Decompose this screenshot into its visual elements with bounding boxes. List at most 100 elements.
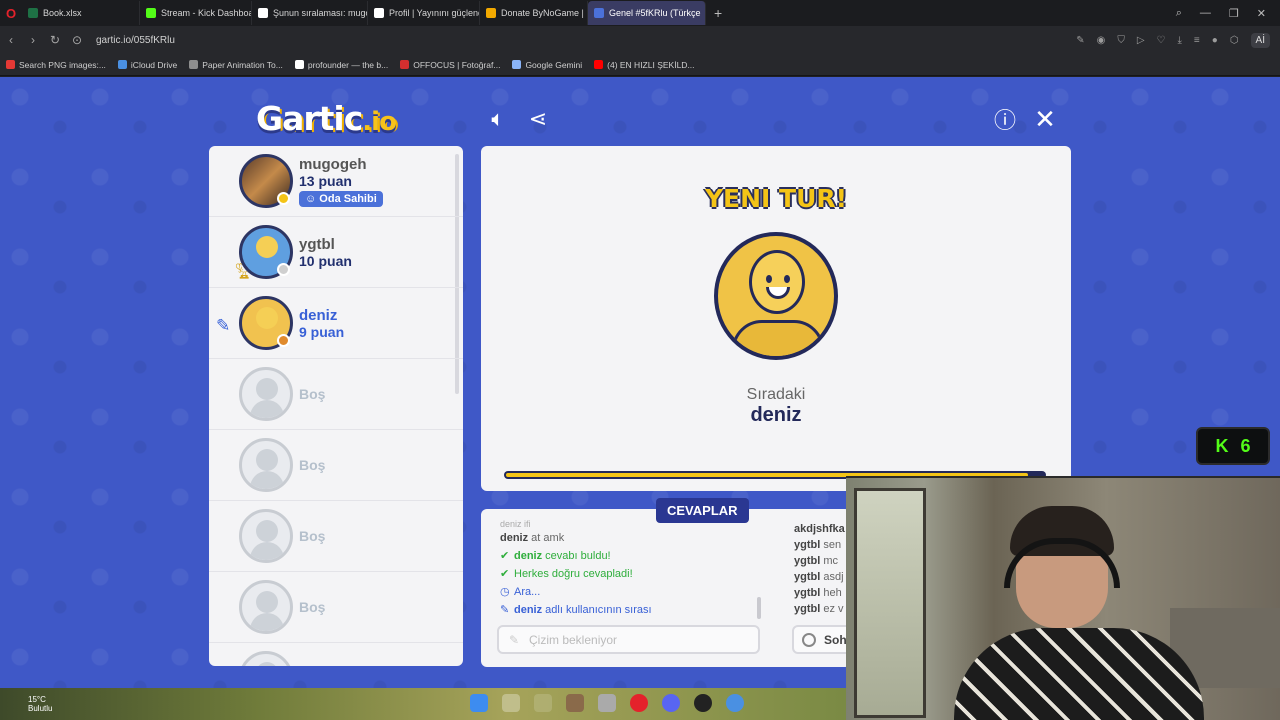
chat-user: ygtbl: [794, 555, 821, 567]
back-icon[interactable]: ‹: [0, 33, 22, 47]
bookmark-item[interactable]: Search PNG images:...: [6, 60, 106, 70]
app-icon[interactable]: [566, 694, 584, 712]
viewer-count: 6: [1240, 435, 1251, 456]
chat-text: ez v: [820, 603, 844, 615]
tab-title: Donate ByNoGame | Don: [501, 8, 587, 18]
empty-slot-label: Boş: [299, 528, 326, 544]
bookmarks-bar: Search PNG images:... iCloud Drive Paper A…: [0, 54, 1280, 76]
empty-avatar-body: [250, 613, 284, 631]
obs-icon[interactable]: [694, 694, 712, 712]
sound-icon[interactable]: 🔈︎: [484, 105, 512, 133]
taskview-icon[interactable]: [534, 694, 552, 712]
chat-input[interactable]: Soh: [792, 625, 852, 654]
bookmark-label: profounder — the b...: [307, 59, 389, 70]
badge-label: Oda Sahibi: [319, 192, 377, 205]
search-icon[interactable]: [502, 694, 520, 712]
chat-line: ygtbl asdj: [794, 569, 854, 585]
weather-temp: 15°C: [28, 695, 46, 704]
player-row[interactable]: mugogeh 13 puan ☺ Oda Sahibi: [209, 146, 463, 217]
screen: O Book.xlsx Stream - Kick Dashboard Şunun …: [0, 0, 1280, 720]
bookmark-favicon-icon: [294, 60, 304, 69]
search-tabs-icon[interactable]: ⌕: [1176, 7, 1182, 20]
settings-icon[interactable]: [726, 694, 744, 712]
close-icon[interactable]: ✕: [1031, 104, 1059, 134]
address-bar-tools: ✎ ◉ ⛉ ▷ ♡ ⤓ ≡ ● ⬡ Aİ: [1076, 26, 1270, 54]
webcam-shirt: [954, 628, 1204, 720]
minimize-icon[interactable]: —: [1200, 7, 1211, 19]
empty-slot: Boş: [209, 572, 463, 643]
browser-tab[interactable]: Donate ByNoGame | Don: [480, 1, 588, 25]
new-tab-icon[interactable]: +: [714, 5, 722, 21]
answer-line: deniz at amk: [500, 529, 760, 547]
answer-line: ✎ deniz adlı kullanıcının sırası: [500, 601, 760, 619]
explorer-icon[interactable]: [598, 694, 616, 712]
browser-tab[interactable]: Profil | Yayınını güçlendirm: [368, 1, 480, 25]
empty-slot: Boş: [209, 359, 463, 430]
answer-line: ◷ Ara...: [500, 583, 760, 601]
next-player-name: deniz: [750, 404, 802, 426]
browser-tab[interactable]: Book.xlsx: [22, 1, 140, 25]
player-row[interactable]: 🏆︎ ygtbl 10 puan: [209, 217, 463, 288]
answer-text: Herkes doğru cevapladi!: [514, 568, 633, 580]
opera-icon[interactable]: [630, 694, 648, 712]
bookmark-item[interactable]: Paper Animation To...: [189, 60, 283, 70]
edit-icon[interactable]: ✎: [1076, 35, 1084, 46]
opera-menu-icon[interactable]: O: [0, 0, 22, 26]
answer-line-icon: ◷: [500, 586, 510, 598]
url-field[interactable]: gartic.io/055fKRlu: [96, 35, 175, 46]
share-icon[interactable]: ⋖: [524, 105, 552, 133]
discord-icon[interactable]: [662, 694, 680, 712]
drawing-canvas[interactable]: YENI TUR! Sıradaki deniz: [481, 146, 1071, 491]
browser-tab[interactable]: Genel #5fKRlu (Türkçe: [588, 1, 706, 25]
menu-icon[interactable]: ≡: [1194, 35, 1200, 46]
status-dot: [277, 263, 290, 276]
bookmark-item[interactable]: OFFOCUS | Fotoğraf...: [400, 60, 500, 70]
chat-user: ygtbl: [794, 603, 821, 615]
start-icon[interactable]: [470, 694, 488, 712]
extension-icon[interactable]: ⬡: [1230, 35, 1239, 46]
empty-avatar-body: [250, 542, 284, 560]
maximize-icon[interactable]: ❐: [1229, 7, 1239, 20]
download-icon[interactable]: ⤓: [1178, 35, 1182, 46]
play-icon[interactable]: ▷: [1137, 35, 1145, 46]
bookmark-item[interactable]: iCloud Drive: [117, 59, 178, 70]
info-icon[interactable]: ⓘ: [991, 105, 1019, 133]
bookmark-favicon-icon: [6, 60, 15, 69]
player-score: 9 puan: [299, 323, 345, 340]
player-row[interactable]: ✎ deniz 9 puan: [209, 288, 463, 359]
tab-favicon-icon: [486, 8, 496, 18]
answer-line-icon: ✔: [500, 568, 510, 580]
answer-input-placeholder: Çizim bekleniyor: [529, 632, 618, 647]
bookmark-favicon-icon: [117, 60, 127, 69]
chat-user: akdjshfka: [794, 523, 845, 535]
room-owner-badge: ☺ Oda Sahibi: [299, 190, 383, 207]
bookmark-label: iCloud Drive: [130, 59, 178, 70]
answers-scrollbar[interactable]: [757, 597, 761, 619]
bookmark-item[interactable]: (4) EN HIZLI ŞEKİLD...: [594, 60, 695, 70]
heart-icon[interactable]: ♡: [1157, 35, 1166, 46]
empty-slot-label: Boş: [299, 599, 326, 615]
bookmark-item[interactable]: Google Gemini: [512, 60, 582, 70]
bookmark-label: Paper Animation To...: [202, 59, 283, 70]
answer-input[interactable]: ✎ Çizim bekleniyor: [497, 625, 760, 654]
empty-avatar-head: [256, 520, 278, 542]
close-window-icon[interactable]: ✕: [1257, 7, 1266, 20]
answers-log: deniz ifi deniz at amk ✔ deniz cevabı buldu…: [500, 519, 760, 619]
player-list: mugogeh 13 puan ☺ Oda Sahibi 🏆︎ ygtbl 10 puan…: [209, 146, 463, 666]
answer-text: cevabı buldu!: [542, 550, 611, 562]
weather-widget[interactable]: 15°C Bulutlu: [28, 695, 52, 713]
browser-tab[interactable]: Şunun sıralaması: mugoge: [252, 1, 368, 25]
bookmark-item[interactable]: profounder — the b...: [294, 59, 389, 70]
player-info: deniz 9 puan: [299, 307, 344, 340]
ai-button[interactable]: Aİ: [1250, 32, 1270, 48]
pencil-icon: ✎: [509, 632, 520, 647]
profile-icon[interactable]: ●: [1212, 35, 1218, 46]
forward-icon[interactable]: ›: [22, 33, 44, 47]
reload-icon[interactable]: ↻: [44, 33, 66, 47]
camera-icon[interactable]: ◉: [1097, 35, 1106, 46]
chat-line: ygtbl ez v: [794, 601, 854, 617]
kick-logo: K: [1215, 435, 1229, 456]
shield-icon[interactable]: ⛉: [1117, 35, 1125, 46]
tab-title: Şunun sıralaması: mugoge: [273, 8, 367, 18]
browser-tab[interactable]: Stream - Kick Dashboard: [140, 1, 252, 25]
